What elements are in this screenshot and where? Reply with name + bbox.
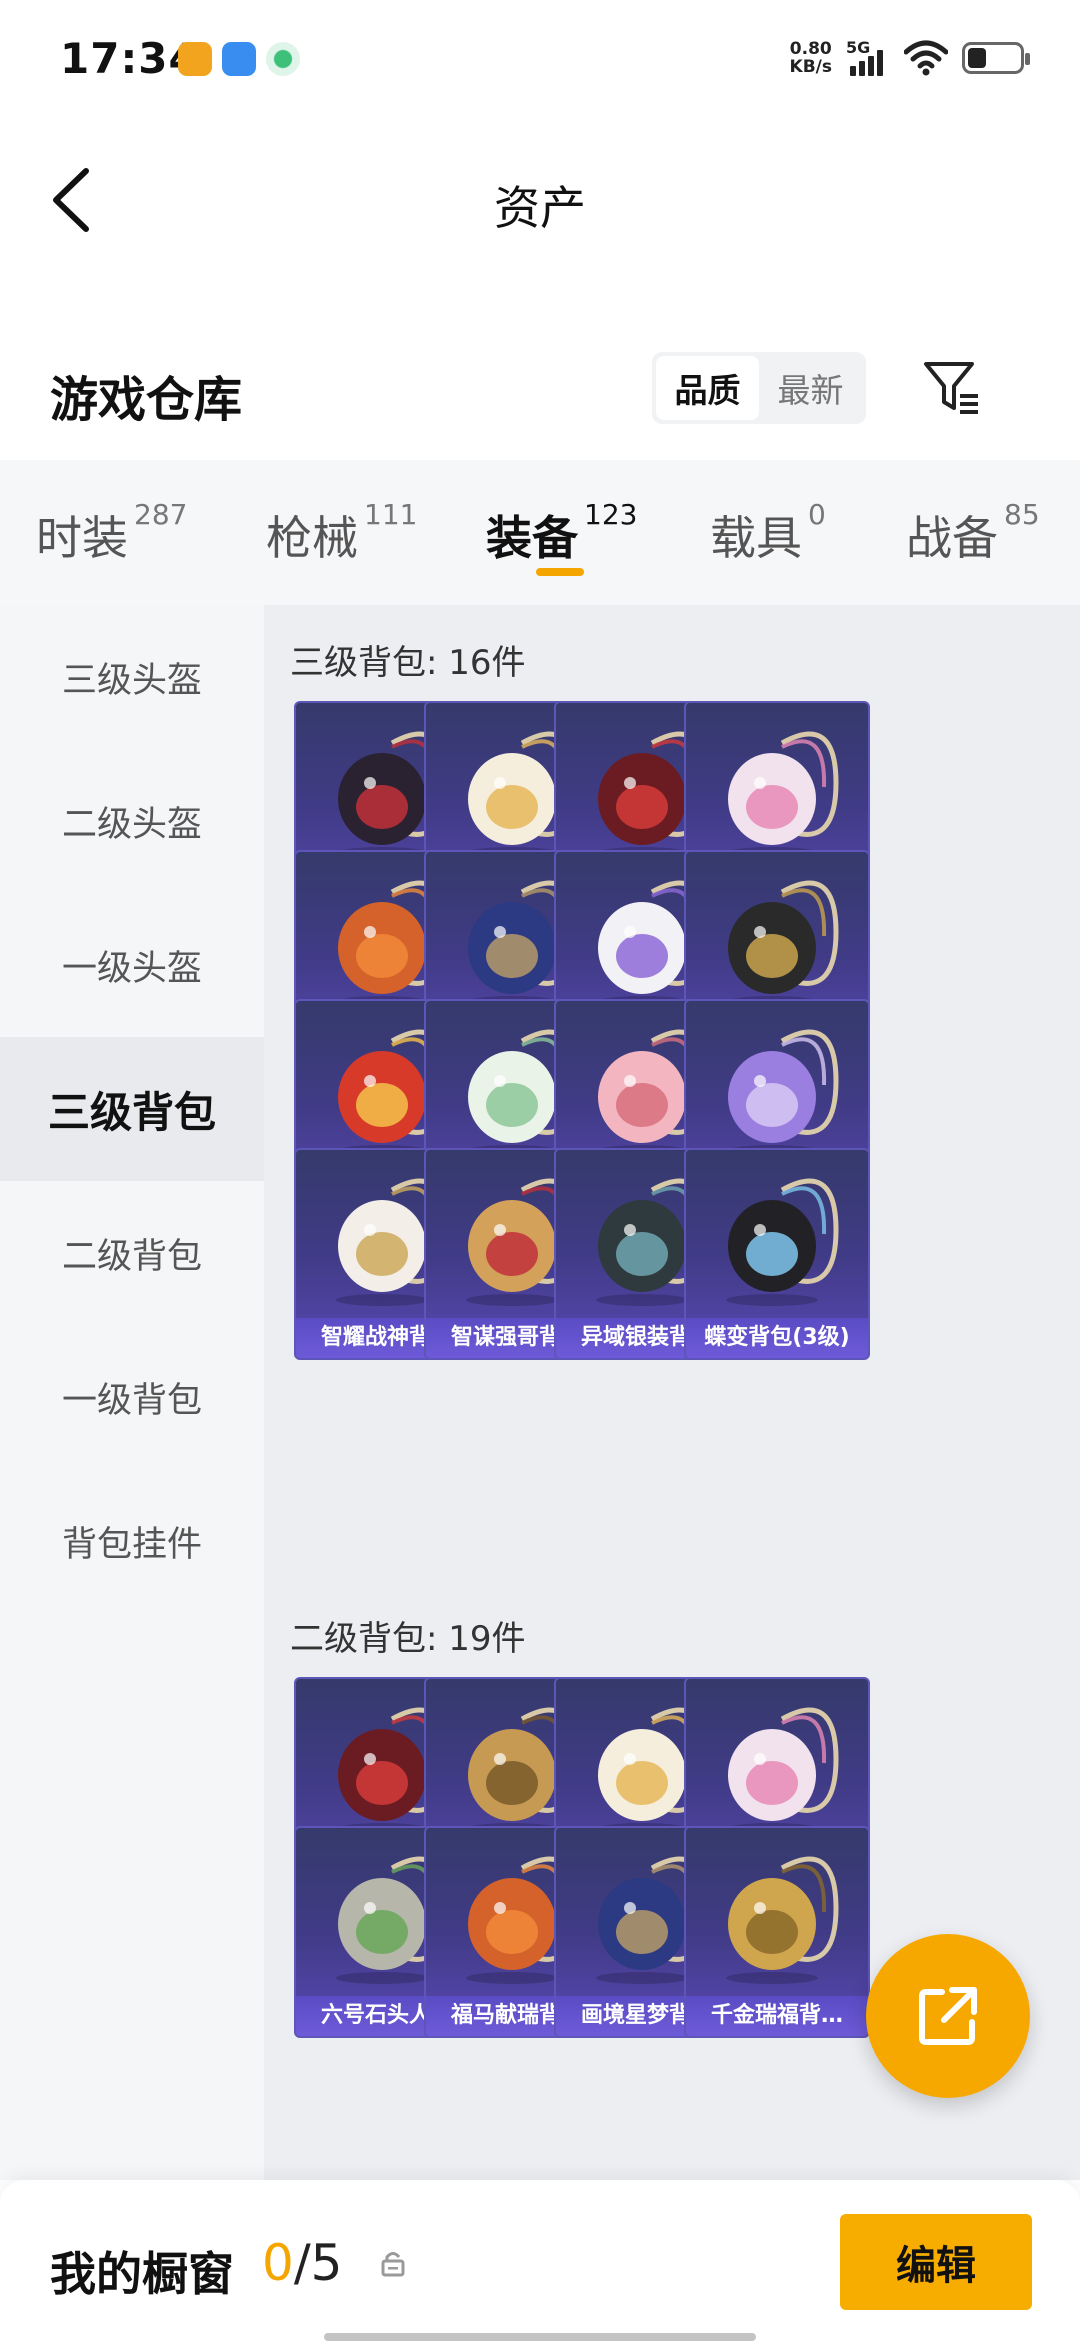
nav-item-helmet-lv2[interactable]: 二级头盔 xyxy=(0,749,264,893)
share-button[interactable] xyxy=(866,1934,1030,2098)
blue-app-icon xyxy=(222,42,256,76)
speed-unit: KB/s xyxy=(789,57,832,77)
subcategory-nav: 三级头盔 二级头盔 一级头盔 三级背包 二级背包 一级背包 背包挂件 xyxy=(0,605,264,2180)
nav-item-backpack-lv1[interactable]: 一级背包 xyxy=(0,1325,264,1469)
tab-label: 载具 xyxy=(710,511,802,565)
sort-toggle: 品质 最新 xyxy=(652,352,866,424)
tab-count: 123 xyxy=(584,498,638,531)
tab-count: 0 xyxy=(808,498,826,531)
nav-item-helmet-lv1[interactable]: 一级头盔 xyxy=(0,893,264,1037)
tab-label: 装备 xyxy=(486,511,578,565)
sort-option-quality[interactable]: 品质 xyxy=(656,356,759,420)
tab-equipment[interactable]: 装备 123 xyxy=(486,498,637,568)
filter-button[interactable] xyxy=(920,356,984,420)
nav-item-helmet-lv3[interactable]: 三级头盔 xyxy=(0,605,264,749)
edit-button[interactable]: 编辑 xyxy=(840,2214,1032,2310)
item-name: 蝶变背包(3级) xyxy=(686,1318,868,1358)
tab-vehicles[interactable]: 载具 0 xyxy=(710,498,826,568)
tab-count: 111 xyxy=(364,498,418,531)
item-card[interactable]: 蝶变背包(3级) xyxy=(684,1148,870,1360)
tab-firearms[interactable]: 枪械 111 xyxy=(266,498,417,568)
tab-label: 时装 xyxy=(36,511,128,565)
tab-count: 287 xyxy=(134,498,188,531)
tab-supplies[interactable]: 战备 85 xyxy=(906,498,1040,568)
showcase-total: /5 xyxy=(293,2234,343,2292)
item-name: 千金瑞福背… xyxy=(686,1996,868,2036)
tab-count: 85 xyxy=(1004,498,1040,531)
status-right: 0.80 KB/s 5G xyxy=(790,38,1030,78)
network-speed: 0.80 KB/s xyxy=(790,40,832,76)
wifi-icon xyxy=(904,40,948,76)
battery-icon xyxy=(962,42,1030,74)
showcase-current: 0 xyxy=(262,2234,294,2292)
status-app-icons xyxy=(178,42,300,76)
butterfly-backpack-icon xyxy=(726,1178,839,1306)
nav-item-backpack-pendant[interactable]: 背包挂件 xyxy=(0,1469,264,1613)
share-external-icon xyxy=(919,1987,977,2045)
showcase-bar: 我的橱窗 0/5 编辑 xyxy=(0,2180,1080,2344)
gold-backpack-icon xyxy=(726,1856,839,1984)
item-card[interactable]: 千金瑞福背… xyxy=(684,1826,870,2038)
page-title: 资产 xyxy=(494,181,586,235)
group-title: 三级背包: 16件 xyxy=(290,643,526,683)
tab-label: 战备 xyxy=(906,511,998,565)
section-title: 游戏仓库 xyxy=(50,372,243,428)
app-header: 资产 xyxy=(0,120,1080,280)
cellular-signal-icon: 5G xyxy=(846,38,890,78)
filter-icon xyxy=(924,362,978,414)
warehouse-header: 游戏仓库 品质 最新 xyxy=(0,330,1080,450)
nav-item-backpack-lv3[interactable]: 三级背包 xyxy=(0,1037,264,1181)
speed-value: 0.80 xyxy=(789,39,832,59)
active-tab-indicator xyxy=(536,568,584,576)
status-bar: 17:34 0.80 KB/s 5G xyxy=(0,0,1080,120)
lock-icon xyxy=(381,2252,405,2277)
tab-fashion[interactable]: 时装 287 xyxy=(36,498,187,568)
orange-app-icon xyxy=(178,42,212,76)
category-tabs: 时装 287 枪械 111 装备 123 载具 0 战备 85 xyxy=(0,460,1080,605)
group-title: 二级背包: 19件 xyxy=(290,1619,526,1659)
green-dot-app-icon xyxy=(266,42,300,76)
tab-label: 枪械 xyxy=(266,511,358,565)
nav-item-backpack-lv2[interactable]: 二级背包 xyxy=(0,1181,264,1325)
showcase-count: 0/5 xyxy=(262,2234,342,2292)
showcase-label: 我的橱窗 xyxy=(50,2247,234,2301)
home-indicator xyxy=(324,2333,756,2341)
sort-option-newest[interactable]: 最新 xyxy=(759,356,862,420)
